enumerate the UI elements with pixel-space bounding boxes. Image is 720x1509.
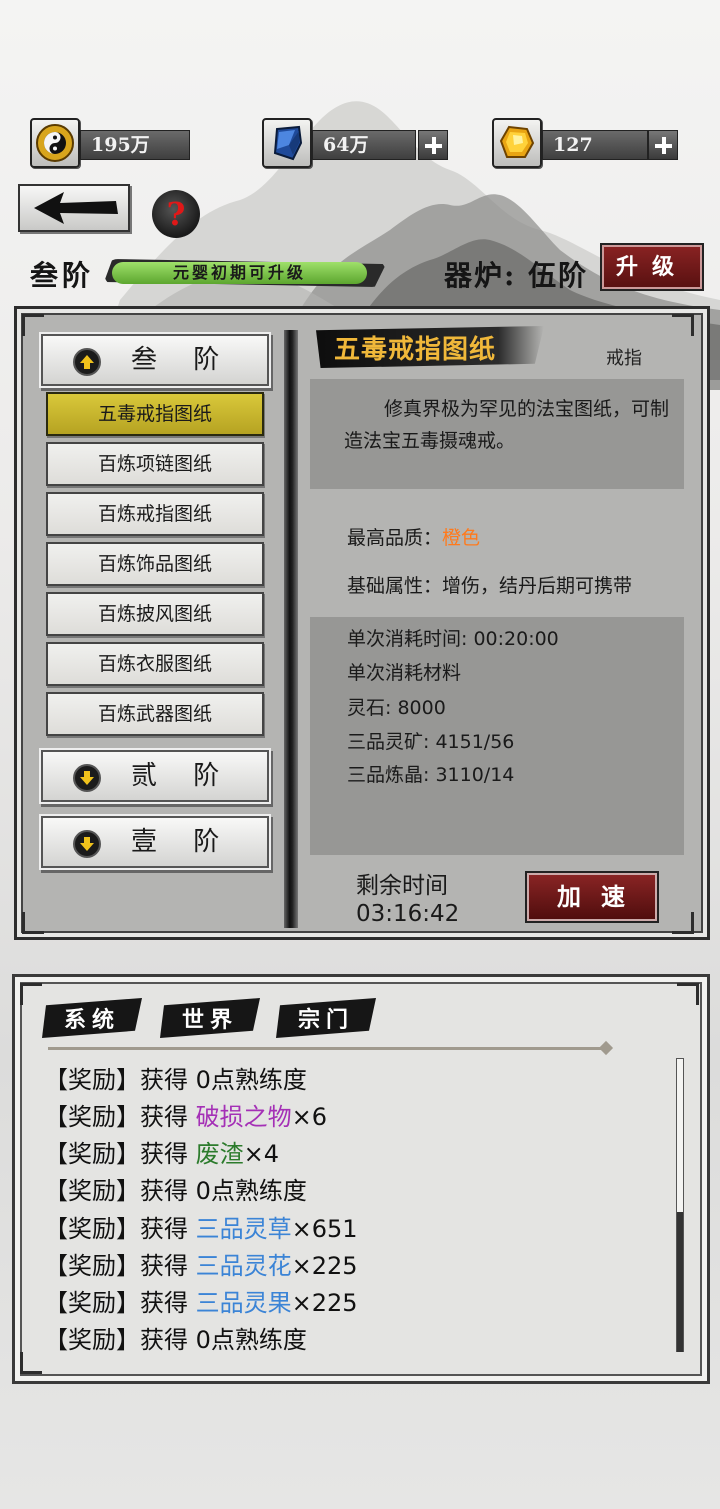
base-attribute: 基础属性：增伤，结丹后期可携带 — [347, 575, 633, 597]
quality-value: 橙色 — [442, 527, 481, 549]
chat-log-line: 【奖励】获得 破损之物×6 — [44, 1103, 328, 1131]
gold-gem-amount: 127 — [542, 130, 648, 160]
recipe-item[interactable]: 百炼武器图纸 — [46, 692, 264, 736]
spirit-coin-amount: 195万 — [80, 130, 190, 160]
chat-tab-system-label: 系统 — [63, 1007, 120, 1033]
speed-up-button[interactable]: 加速 — [525, 871, 659, 923]
tier-3-toggle[interactable]: 叁 阶 — [41, 334, 269, 386]
help-button[interactable]: ? — [152, 190, 200, 238]
chat-tab-sect-label: 宗门 — [297, 1007, 354, 1033]
panel-divider — [284, 330, 298, 928]
chat-scrollbar-thumb[interactable] — [677, 1212, 683, 1352]
cost-ore: 三品灵矿: 4151/56 — [347, 731, 515, 753]
cost-time: 单次消耗时间: 00:20:00 — [347, 628, 559, 650]
current-tier-label: 叁阶 — [30, 259, 95, 292]
remaining-time-label: 剩余时间 — [356, 873, 448, 899]
add-gold-gem-button[interactable] — [648, 130, 678, 160]
blue-crystal-icon — [262, 118, 312, 168]
tier-2-label: 贰 阶 — [131, 761, 234, 791]
currency-gold-gem: 127 — [492, 118, 680, 170]
tier-1-toggle[interactable]: 壹 阶 — [41, 816, 269, 868]
currency-spirit-coin: 195万 — [30, 118, 192, 170]
chat-corner-ornament — [20, 983, 42, 1005]
crystal-amount: 64万 — [312, 130, 416, 160]
quality-row: 最高品质：橙色 — [347, 523, 480, 550]
expand-arrow-icon — [73, 764, 101, 792]
recipe-type: 戒指 — [606, 348, 642, 369]
upgrade-button[interactable]: 升级 — [600, 243, 704, 291]
gold-gem-icon — [492, 118, 542, 168]
panel-corner-ornament — [22, 314, 44, 336]
collapse-arrow-icon — [73, 348, 101, 376]
recipe-description: 修真界极为罕见的法宝图纸，可制造法宝五毒摄魂戒。 — [344, 398, 670, 452]
recipe-item[interactable]: 百炼衣服图纸 — [46, 642, 264, 686]
recipe-item[interactable]: 百炼戒指图纸 — [46, 492, 264, 536]
cost-materials-heading: 单次消耗材料 — [347, 662, 462, 684]
cost-spirit-stone: 灵石: 8000 — [347, 697, 446, 719]
chat-corner-ornament — [677, 983, 699, 1005]
tier-status-text: 元婴初期可升级 — [112, 262, 367, 284]
recipe-item[interactable]: 百炼项链图纸 — [46, 442, 264, 486]
chat-log-line: 【奖励】获得 0点熟练度 — [44, 1066, 307, 1094]
recipe-item[interactable]: 百炼披风图纸 — [46, 592, 264, 636]
cost-crystal: 三品炼晶: 3110/14 — [347, 764, 515, 786]
furnace-level-label: 器炉: 伍阶 — [444, 259, 589, 292]
panel-corner-ornament — [22, 912, 44, 934]
chat-separator — [48, 1047, 610, 1050]
chat-log-line: 【奖励】获得 三品灵草×651 — [44, 1215, 358, 1243]
recipe-item-selected[interactable]: 五毒戒指图纸 — [46, 392, 264, 436]
panel-corner-ornament — [672, 912, 694, 934]
chat-log-line: 【奖励】获得 三品灵果×225 — [44, 1289, 358, 1317]
recipe-item[interactable]: 百炼饰品图纸 — [46, 542, 264, 586]
chat-log-line: 【奖励】获得 废渣×4 — [44, 1140, 280, 1168]
chat-corner-ornament — [20, 1352, 42, 1374]
currency-crystal: 64万 — [262, 118, 450, 170]
chat-tab-world-label: 世界 — [181, 1007, 238, 1033]
tier-2-toggle[interactable]: 贰 阶 — [41, 750, 269, 802]
recipe-title: 五毒戒指图纸 — [334, 335, 497, 365]
chat-log-line: 【奖励】获得 三品灵花×225 — [44, 1252, 358, 1280]
expand-arrow-icon — [73, 830, 101, 858]
chat-log-line: 【奖励】获得 0点熟练度 — [44, 1326, 307, 1354]
panel-corner-ornament — [672, 314, 694, 336]
back-button[interactable] — [18, 184, 130, 232]
chat-log-line: 【奖励】获得 0点熟练度 — [44, 1177, 307, 1205]
quality-label: 最高品质： — [347, 527, 443, 549]
back-arrow-icon — [34, 192, 118, 224]
remaining-time-value: 03:16:42 — [356, 901, 460, 927]
question-icon: ? — [166, 195, 186, 233]
tier-1-label: 壹 阶 — [131, 827, 234, 857]
add-crystal-button[interactable] — [418, 130, 448, 160]
taiji-coin-icon — [30, 118, 80, 168]
tier-3-label: 叁 阶 — [131, 345, 234, 375]
